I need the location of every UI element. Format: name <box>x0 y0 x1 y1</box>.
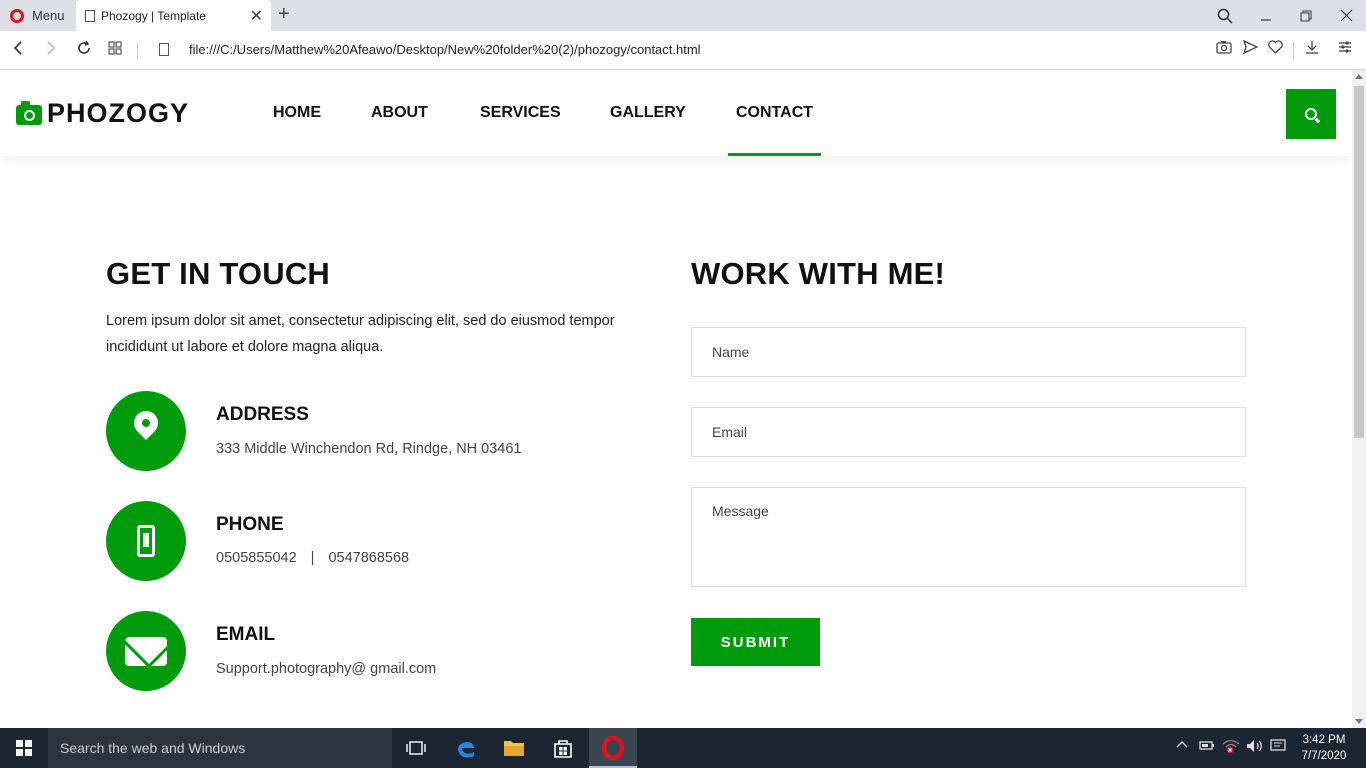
message-textarea[interactable] <box>691 487 1246 587</box>
heart-icon[interactable] <box>1268 40 1283 57</box>
scroll-up-icon[interactable] <box>1355 74 1363 79</box>
easy-setup-icon[interactable] <box>1338 40 1352 57</box>
volume-icon[interactable] <box>1246 739 1264 756</box>
snapshot-icon[interactable] <box>1216 40 1232 57</box>
taskbar-clock[interactable]: 3:42 PM 7/7/2020 <box>1297 732 1351 764</box>
camera-icon <box>16 100 42 125</box>
store-icon[interactable] <box>540 728 586 768</box>
show-hidden-icons-chevron-icon[interactable] <box>1176 739 1188 754</box>
taskbar-search-box[interactable]: Search the web and Windows <box>48 728 392 768</box>
form-heading: WORK WITH ME! <box>691 256 945 291</box>
network-disconnected-icon[interactable] <box>1222 739 1240 756</box>
clock-date: 7/7/2020 <box>1301 750 1347 762</box>
nav-about[interactable]: ABOUT <box>371 70 428 156</box>
browser-tab[interactable]: Phozogy | Template ✕ <box>76 0 271 31</box>
scrollbar-thumb[interactable] <box>1354 86 1364 438</box>
phone-number-2: 0547868568 <box>328 550 410 566</box>
phone-title: PHONE <box>216 514 284 535</box>
speed-dial-icon[interactable] <box>108 40 122 60</box>
address-bar: file:///C:/Users/Matthew%20Afeawo/Deskto… <box>0 31 1366 70</box>
scroll-down-icon[interactable] <box>1355 719 1363 724</box>
new-tab-button[interactable]: + <box>278 3 290 26</box>
opera-logo-icon <box>10 8 24 23</box>
nav-contact[interactable]: CONTACT <box>727 70 822 156</box>
action-center-icon[interactable] <box>1270 739 1286 756</box>
contact-heading: GET IN TOUCH <box>106 256 331 291</box>
address-icon-circle <box>106 391 186 471</box>
tab-title: Phozogy | Template <box>101 8 206 23</box>
divider <box>137 42 138 59</box>
nav-gallery[interactable]: GALLERY <box>610 70 686 156</box>
minimize-button[interactable] <box>1246 0 1286 31</box>
site-search-button[interactable] <box>1286 89 1336 139</box>
page-scrollbar[interactable] <box>1352 70 1366 728</box>
address-title: ADDRESS <box>216 404 309 425</box>
site-header: PHOZOGY HOME ABOUT SERVICES GALLERY CONT… <box>0 70 1352 156</box>
page-icon <box>85 9 95 22</box>
email-icon-circle <box>106 611 186 691</box>
task-view-icon[interactable] <box>393 728 439 768</box>
address-text: 333 Middle Winchendon Rd, Rindge, NH 034… <box>216 441 522 457</box>
mobile-phone-icon <box>137 525 155 557</box>
phone-icon-circle <box>106 501 186 581</box>
restore-button[interactable] <box>1286 0 1326 31</box>
nav-home[interactable]: HOME <box>273 70 321 156</box>
file-explorer-icon[interactable] <box>491 728 537 768</box>
location-pin-icon <box>129 406 163 440</box>
back-icon[interactable] <box>12 40 24 61</box>
email-title: EMAIL <box>216 624 276 645</box>
windows-taskbar: Search the web and Windows 3:42 PM 7/7/2… <box>0 728 1366 768</box>
nav-services[interactable]: SERVICES <box>480 70 561 156</box>
send-icon[interactable] <box>1242 39 1259 57</box>
envelope-icon <box>125 637 167 666</box>
phone-numbers: 0505855042 | 0547868568 <box>216 550 409 566</box>
email-input[interactable] <box>691 407 1246 457</box>
opera-taskbar-icon[interactable] <box>589 728 637 768</box>
name-input[interactable] <box>691 327 1246 377</box>
close-window-button[interactable] <box>1326 0 1366 31</box>
divider <box>1293 42 1294 59</box>
menu-label: Menu <box>32 8 65 23</box>
phone-separator: | <box>310 550 315 566</box>
file-icon <box>159 43 169 56</box>
logo-text: PHOZOGY <box>47 98 190 128</box>
email-text: Support.photography@ gmail.com <box>216 661 437 677</box>
site-logo[interactable]: PHOZOGY <box>16 98 189 129</box>
battery-icon[interactable] <box>1199 739 1215 754</box>
opera-menu-button[interactable]: Menu <box>0 0 76 31</box>
start-button[interactable] <box>0 728 48 768</box>
close-tab-icon[interactable]: ✕ <box>250 6 263 26</box>
contact-intro: Lorem ipsum dolor sit amet, consectetur … <box>106 313 615 355</box>
download-icon[interactable] <box>1305 40 1319 57</box>
url-field[interactable]: file:///C:/Users/Matthew%20Afeawo/Deskto… <box>189 42 701 57</box>
reload-icon[interactable] <box>76 40 92 61</box>
clock-time: 3:42 PM <box>1302 734 1346 746</box>
search-icon <box>1305 108 1317 120</box>
submit-button[interactable]: SUBMIT <box>691 618 820 666</box>
browser-tab-bar: Menu Phozogy | Template ✕ + <box>0 0 1366 31</box>
forward-icon[interactable] <box>45 40 57 61</box>
edge-browser-icon[interactable] <box>443 728 489 768</box>
windows-logo-icon <box>16 740 32 756</box>
search-tabs-icon[interactable] <box>1205 0 1245 31</box>
phone-number-1: 0505855042 <box>216 550 297 566</box>
